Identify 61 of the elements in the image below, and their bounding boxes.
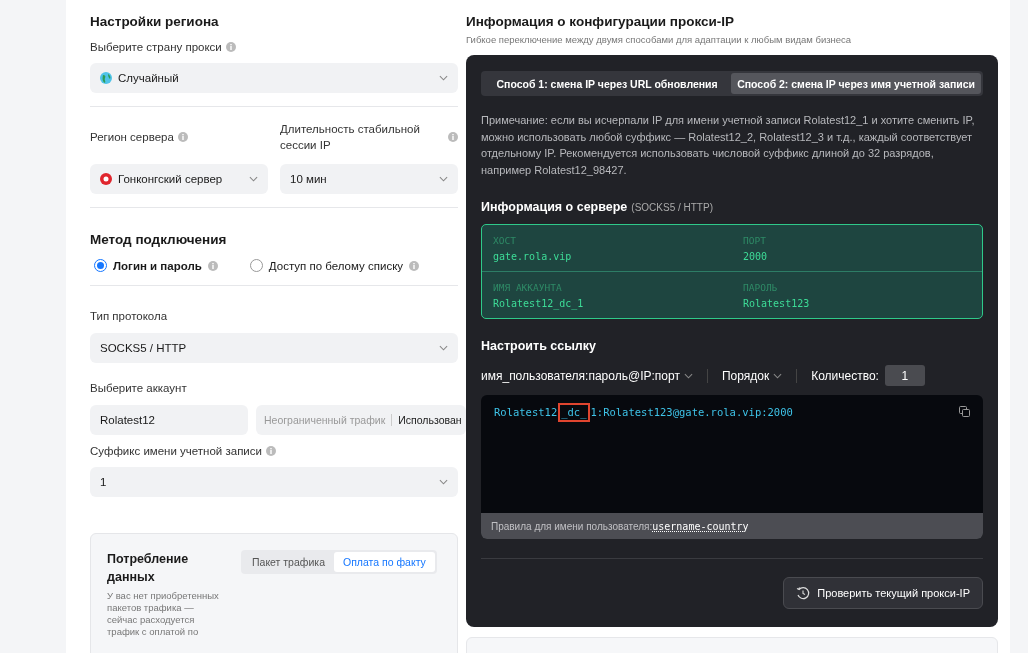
- field-label: Выберите аккаунт: [90, 382, 187, 394]
- method-tab[interactable]: Способ 1: смена IP через URL обновления: [483, 73, 732, 94]
- info-icon: [177, 132, 188, 142]
- flower-flag-icon: [100, 173, 112, 185]
- server-info-title: Информация о сервере: [481, 200, 628, 214]
- refresh-clock-icon: [796, 586, 811, 600]
- chevron-icon: [439, 75, 448, 81]
- quantity-label: Количество:: [811, 368, 879, 383]
- format-dropdown[interactable]: имя_пользователя:пароль@IP:порт: [481, 368, 693, 383]
- section-subtitle: Гибкое переключение между двумя способами для адаптации к любым видам бизнеса: [466, 34, 853, 45]
- info-value: 2000: [743, 251, 769, 262]
- link-title: Настроить ссылку: [481, 339, 596, 353]
- section-title: Информация о конфигурации прокси-IP: [466, 14, 736, 29]
- info-icon: [225, 42, 236, 52]
- method-tab[interactable]: Способ 2: смена IP через имя учетной записи: [731, 73, 981, 94]
- info-value: gate.rola.vip: [493, 251, 573, 262]
- chevron-icon: [439, 176, 448, 182]
- card-title: Потребление данных: [107, 551, 190, 586]
- info-label: ПАРОЛЬ: [743, 282, 779, 293]
- info-value: Rolatest12_dc_1: [493, 298, 585, 309]
- field-label: Длительность стабильной сессии IP: [280, 122, 421, 153]
- check-proxy-button[interactable]: Проверить текущий прокси-IP: [783, 577, 983, 609]
- segment-tab[interactable]: Пакет трафика: [243, 552, 334, 572]
- section-title: Настройки региона: [90, 14, 220, 29]
- field-label: Суффикс имени учетной записи: [90, 445, 262, 457]
- chevron-icon: [249, 176, 258, 182]
- info-value: Rolatest123: [743, 298, 811, 309]
- chevron-icon: [683, 372, 693, 379]
- proxy-link-text: Rolatest12 _dc_ 1:Rolatest123@gate.rola.vip:2000: [494, 406, 793, 502]
- info-label: ПОРТ: [743, 235, 767, 246]
- copy-icon[interactable]: [959, 406, 970, 417]
- info-icon: [409, 260, 420, 271]
- radio-option[interactable]: Доступ по белому списку: [249, 259, 420, 272]
- info-label: ИМЯ АККАУНТА: [493, 282, 563, 293]
- suffix-select[interactable]: 1: [90, 467, 458, 497]
- card-description: У вас нет приобретенных пакетов трафика — сейчас расходуется трафик с оплатой по: [107, 590, 220, 638]
- chevron-icon: [439, 345, 448, 351]
- radio-option[interactable]: Логин и пароль: [94, 259, 218, 272]
- field-label: Тип протокола: [90, 310, 168, 322]
- quantity-field[interactable]: 1: [884, 365, 925, 386]
- protocol-select[interactable]: SOCKS5 / HTTP: [90, 333, 458, 363]
- segment-tab[interactable]: Оплата по факту: [334, 552, 435, 572]
- country-select[interactable]: Случайный: [90, 63, 458, 93]
- session-duration-select[interactable]: 10 мин: [280, 164, 458, 194]
- globe-icon: [100, 72, 112, 84]
- info-label: ХОСТ: [493, 235, 517, 246]
- chevron-icon: [773, 372, 783, 379]
- field-label: Выберите страну прокси: [90, 41, 222, 53]
- order-dropdown[interactable]: Порядок: [721, 368, 783, 383]
- account-select[interactable]: Rolatest12: [90, 405, 248, 435]
- field-label: Регион сервера: [90, 131, 174, 143]
- info-icon: [207, 260, 218, 271]
- chevron-icon: [439, 479, 448, 485]
- username-rules-text: Правила для имени пользователя:username-country: [491, 520, 749, 532]
- info-icon: [448, 132, 458, 142]
- server-region-select[interactable]: Гонконгский сервер: [90, 164, 268, 194]
- section-title: Метод подключения: [90, 232, 228, 247]
- traffic-field: Неограниченный трафик Использован: [256, 405, 466, 435]
- note-text: Примечание: если вы исчерпали IP для имени учетной записи Rolatest12_1 и хотите сменить IP, можно использовать любой суффикс — Rolatest12_2, Rolatest12_3 и т.д., каждый соответствует отдельному IP. Рекомендуется использовать числовой суффикс длиной до 32 разрядов, например Rolatest12_98427.: [481, 113, 976, 178]
- info-icon: [265, 446, 276, 456]
- protocol-note: (SOCKS5 / HTTP): [631, 202, 713, 213]
